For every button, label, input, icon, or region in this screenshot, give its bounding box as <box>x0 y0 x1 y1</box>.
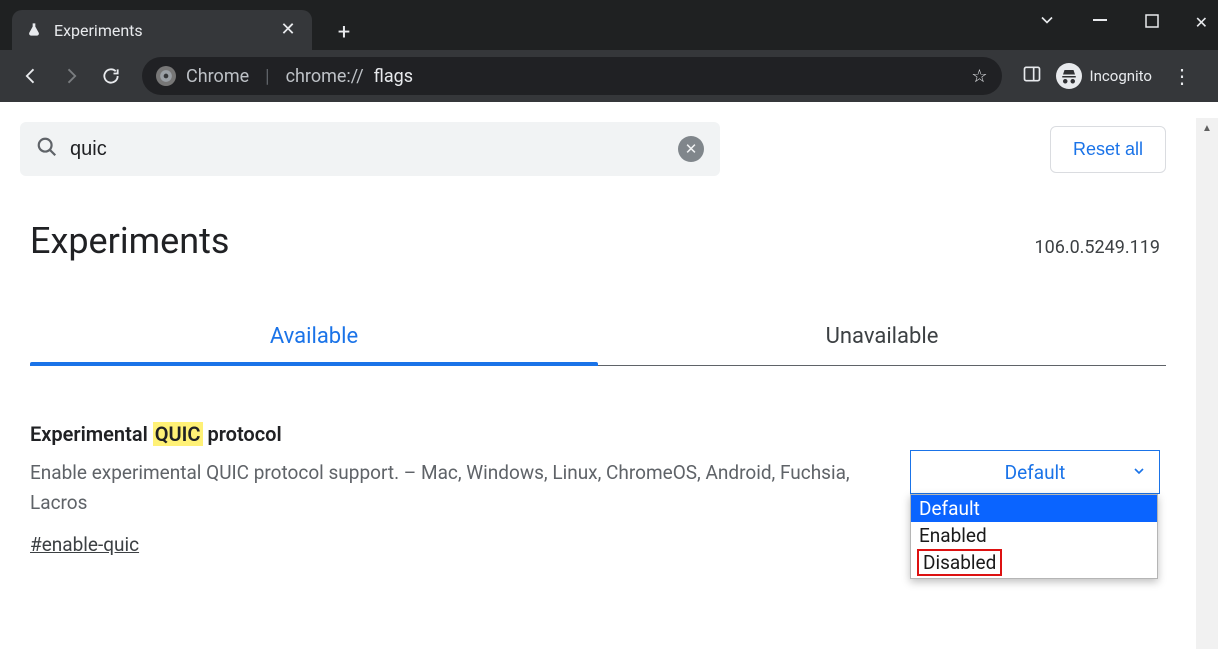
flag-option-default[interactable]: Default <box>911 495 1157 522</box>
flag-select[interactable]: Default <box>910 450 1160 494</box>
page-title: Experiments <box>30 220 229 262</box>
tab-strip: Experiments ✕ + ✕ <box>0 0 1218 50</box>
bookmark-star-icon[interactable]: ☆ <box>971 66 987 87</box>
chevron-down-icon <box>1131 461 1147 484</box>
flag-dropdown: Default Enabled Disabled <box>910 494 1158 579</box>
vertical-scrollbar[interactable]: ▲ <box>1196 118 1218 649</box>
flag-row: Experimental QUIC protocol Enable experi… <box>0 366 1196 556</box>
reset-all-button[interactable]: Reset all <box>1050 126 1166 173</box>
incognito-badge[interactable]: Incognito <box>1056 63 1152 89</box>
new-tab-button[interactable]: + <box>326 14 362 50</box>
forward-button[interactable] <box>54 59 88 93</box>
search-field[interactable]: ✕ <box>20 122 720 176</box>
flag-option-disabled[interactable]: Disabled <box>917 549 1002 576</box>
flag-title-pre: Experimental <box>30 422 153 446</box>
toolbar-right: Incognito ⋮ <box>1016 63 1204 89</box>
browser-chrome-frame: Experiments ✕ + ✕ <box>0 0 1218 102</box>
search-icon <box>36 136 58 162</box>
kebab-menu-icon[interactable]: ⋮ <box>1166 64 1198 88</box>
clear-search-icon[interactable]: ✕ <box>678 136 704 162</box>
flag-control: Default Default Enabled Disabled <box>910 422 1160 556</box>
flag-title-post: protocol <box>203 422 282 446</box>
tab-available[interactable]: Available <box>30 310 598 365</box>
tab-bar: Available Unavailable <box>30 310 1166 366</box>
minimize-button[interactable] <box>1093 12 1109 32</box>
flag-description: Enable experimental QUIC protocol suppor… <box>30 458 880 519</box>
incognito-label: Incognito <box>1090 67 1152 85</box>
close-icon[interactable]: ✕ <box>278 21 298 39</box>
reload-button[interactable] <box>94 59 128 93</box>
address-bar[interactable]: Chrome | chrome:// flags ☆ <box>142 57 1002 95</box>
scrollbar-up-icon[interactable]: ▲ <box>1196 118 1218 138</box>
flag-title-highlight: QUIC <box>153 422 203 446</box>
url-path: flags <box>374 66 413 87</box>
flag-text-block: Experimental QUIC protocol Enable experi… <box>30 422 880 556</box>
maximize-button[interactable] <box>1145 13 1159 32</box>
url-host: chrome:// <box>286 66 364 87</box>
url-scheme-label: Chrome <box>186 66 249 87</box>
flag-anchor-link[interactable]: #enable-quic <box>30 533 139 556</box>
window-close-button[interactable]: ✕ <box>1195 13 1208 32</box>
browser-toolbar: Chrome | chrome:// flags ☆ Incognito ⋮ <box>0 50 1218 102</box>
search-input[interactable] <box>70 138 666 161</box>
incognito-icon <box>1056 63 1082 89</box>
flag-option-enabled[interactable]: Enabled <box>911 522 1157 549</box>
version-text: 106.0.5249.119 <box>1034 237 1160 258</box>
tab-unavailable[interactable]: Unavailable <box>598 310 1166 365</box>
back-button[interactable] <box>14 59 48 93</box>
headline-row: Experiments 106.0.5249.119 <box>0 176 1196 262</box>
side-panel-icon[interactable] <box>1022 64 1042 88</box>
browser-tab-active[interactable]: Experiments ✕ <box>12 10 312 50</box>
tab-title: Experiments <box>54 21 266 40</box>
flag-select-value: Default <box>1005 461 1066 484</box>
window-controls: ✕ <box>1037 0 1208 44</box>
flag-title: Experimental QUIC protocol <box>30 422 880 446</box>
flags-topbar: ✕ Reset all <box>0 102 1196 176</box>
url-separator: | <box>265 66 269 87</box>
chrome-icon <box>156 66 176 86</box>
flask-icon <box>26 22 42 38</box>
chevron-down-icon[interactable] <box>1037 10 1057 34</box>
flags-page: ✕ Reset all Experiments 106.0.5249.119 A… <box>0 102 1196 633</box>
